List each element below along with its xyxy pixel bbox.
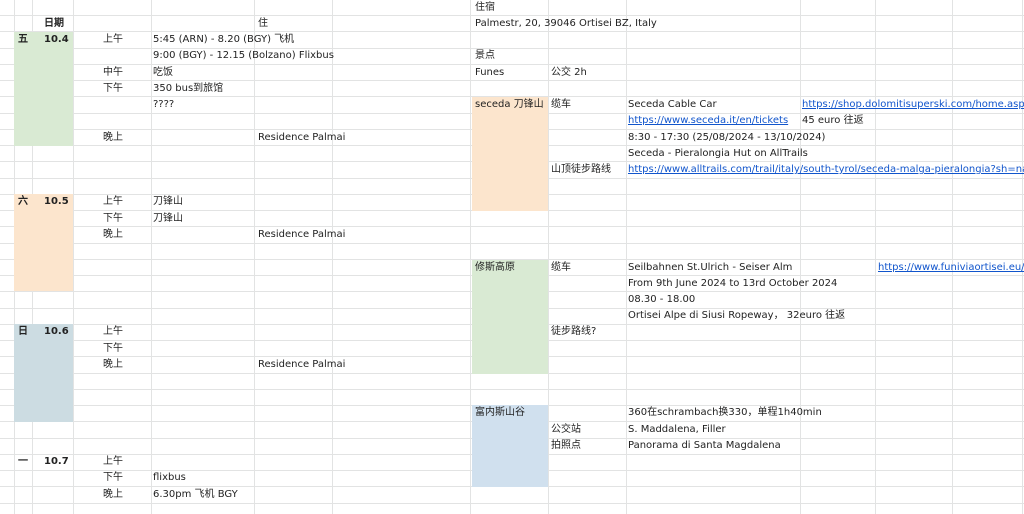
day2-evening-label: 晚上 — [103, 229, 123, 240]
seiser-link[interactable]: https://www.funiviaortisei.eu/ — [878, 260, 1024, 276]
grid-col-line — [332, 0, 333, 514]
funes-name: Funes — [475, 67, 505, 78]
day1-afternoon-item1: 350 bus到旅馆 — [153, 83, 224, 94]
day3-morning-label: 上午 — [103, 326, 123, 337]
day3-hotel: Residence Palmai — [258, 359, 346, 370]
day2-morning-label: 上午 — [103, 196, 123, 207]
seiser-hike-label: 徒步路线? — [551, 326, 597, 337]
day4-date: 10.7 — [44, 456, 69, 467]
day3-evening-label: 晚上 — [103, 359, 123, 370]
day2-morning-item: 刀锋山 — [153, 196, 183, 207]
day3-date: 10.6 — [44, 326, 69, 337]
day2-date: 10.5 — [44, 196, 69, 207]
grid-row-line — [0, 503, 1024, 504]
seceda-trail-name: Seceda - Pieralongia Hut on AllTrails — [628, 148, 808, 159]
seceda-hours: 8:30 - 17:30 (25/08/2024 - 13/10/2024) — [628, 132, 826, 143]
seceda-price: 45 euro 往返 — [802, 115, 864, 126]
day4-afternoon-item: flixbus — [153, 472, 186, 483]
day4-afternoon-label: 下午 — [103, 472, 123, 483]
seceda-shop-link[interactable]: https://shop.dolomitisuperski.com/home.a… — [802, 97, 1024, 113]
day3-weekday: 日 — [18, 326, 28, 337]
grid-col-line — [1022, 0, 1023, 514]
day1-weekday: 五 — [18, 34, 28, 45]
day1-afternoon-item2: ???? — [153, 99, 175, 110]
grid-col-line — [548, 0, 549, 514]
header-stay: 住 — [258, 18, 268, 29]
seiser-name: 修斯高原 — [475, 262, 515, 273]
grid-row-line — [0, 243, 1024, 244]
day1-evening-label: 晚上 — [103, 132, 123, 143]
day2-afternoon-item: 刀锋山 — [153, 213, 183, 224]
day2-hotel: Residence Palmai — [258, 229, 346, 240]
funes-valley-stop-label: 公交站 — [551, 424, 581, 435]
grid-col-line — [952, 0, 953, 514]
grid-col-line — [151, 0, 152, 514]
seiser-cable-name: Seilbahnen St.Ulrich - Seiser Alm — [628, 262, 793, 273]
grid-col-line — [73, 0, 74, 514]
seceda-trail-link[interactable]: https://www.alltrails.com/trail/italy/so… — [628, 162, 1024, 178]
seiser-cable-label: 缆车 — [551, 262, 571, 273]
day1-afternoon-label: 下午 — [103, 83, 123, 94]
day1-hotel: Residence Palmai — [258, 132, 346, 143]
grid-col-line — [254, 0, 255, 514]
seiser-dates: From 9th June 2024 to 13rd October 2024 — [628, 278, 838, 289]
funes-valley-photo-label: 拍照点 — [551, 440, 581, 451]
sights-heading: 景点 — [475, 50, 495, 61]
funes-bus: 公交 2h — [551, 67, 587, 78]
grid-col-line — [875, 0, 876, 514]
grid-col-line — [800, 0, 801, 514]
day2-weekday: 六 — [18, 196, 28, 207]
day1-date: 10.4 — [44, 34, 69, 45]
funes-valley-name: 富内斯山谷 — [475, 407, 525, 418]
seceda-hike-label: 山顶徒步路线 — [551, 164, 611, 175]
day4-evening-item: 6.30pm 飞机 BGY — [153, 489, 238, 500]
lodging-address: Palmestr, 20, 39046 Ortisei BZ, Italy — [475, 18, 657, 29]
header-date: 日期 — [44, 18, 64, 29]
seiser-ropeway: Ortisei Alpe di Siusi Ropeway， 32euro 往返 — [628, 310, 846, 321]
funes-valley-bus-note: 360在schrambach换330，单程1h40min — [628, 407, 822, 418]
seiser-hours: 08.30 - 18.00 — [628, 294, 696, 305]
grid-col-line — [626, 0, 627, 514]
day4-evening-label: 晚上 — [103, 489, 123, 500]
grid-row-line — [0, 389, 1024, 390]
seiser-fill — [472, 260, 548, 374]
day1-morning-item1: 5:45 (ARN) - 8.20 (BGY) 飞机 — [153, 34, 295, 45]
day1-noon-label: 中午 — [103, 67, 123, 78]
seceda-name: seceda 刀锋山 — [475, 99, 544, 110]
grid-col-line — [470, 0, 471, 514]
day4-morning-label: 上午 — [103, 456, 123, 467]
header-lodging: 住宿 — [475, 2, 495, 13]
day3-afternoon-label: 下午 — [103, 343, 123, 354]
day1-morning-label: 上午 — [103, 34, 123, 45]
day2-afternoon-label: 下午 — [103, 213, 123, 224]
day1-fill — [14, 32, 73, 146]
seceda-cable-label: 缆车 — [551, 99, 571, 110]
seceda-cable-name: Seceda Cable Car — [628, 99, 717, 110]
funes-valley-photo: Panorama di Santa Magdalena — [628, 440, 781, 451]
seceda-fill — [472, 97, 548, 211]
day1-noon-item: 吃饭 — [153, 67, 173, 78]
day4-weekday: 一 — [18, 456, 28, 467]
day1-morning-item2: 9:00 (BGY) - 12.15 (Bolzano) Flixbus — [153, 50, 334, 61]
seceda-tickets-link[interactable]: https://www.seceda.it/en/tickets — [628, 113, 788, 129]
funes-valley-stop: S. Maddalena, Filler — [628, 424, 726, 435]
